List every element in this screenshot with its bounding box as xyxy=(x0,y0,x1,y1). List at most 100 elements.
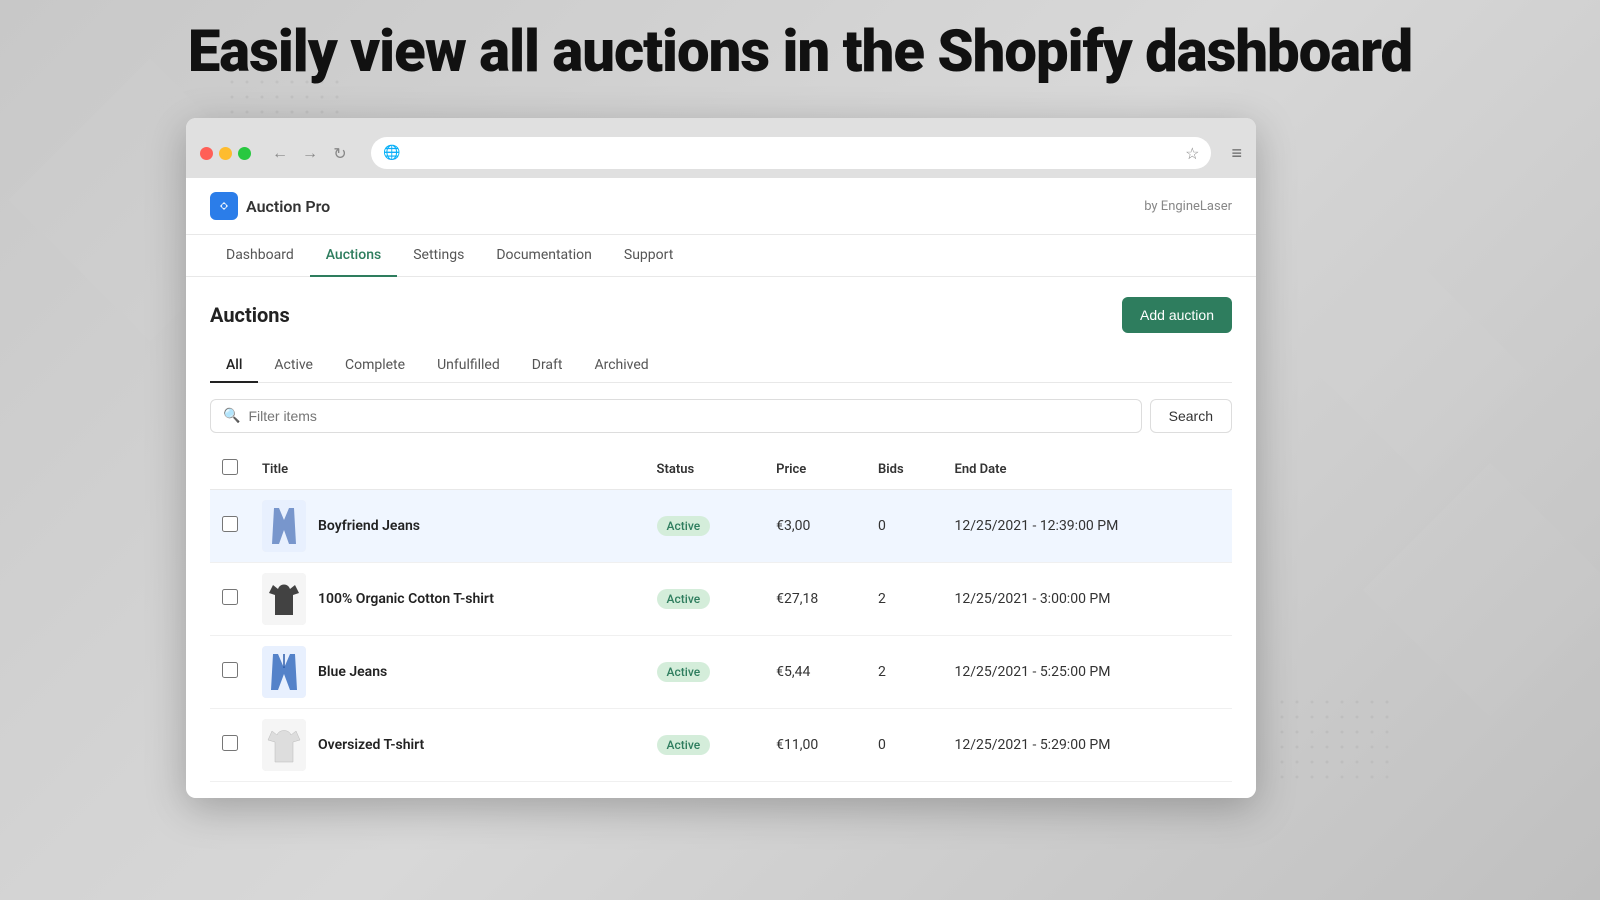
search-bar: 🔍 Search xyxy=(210,399,1232,433)
product-image xyxy=(262,573,306,625)
row-checkbox-cell xyxy=(210,636,250,709)
select-all-checkbox[interactable] xyxy=(222,459,238,475)
title-cell: Blue Jeans xyxy=(262,646,633,698)
auctions-header: Auctions Add auction xyxy=(210,297,1232,333)
search-icon: 🔍 xyxy=(223,408,240,424)
product-image xyxy=(262,719,306,771)
auction-table: Title Status Price Bids End Date xyxy=(210,449,1232,782)
status-badge: Active xyxy=(657,662,711,682)
product-image xyxy=(262,646,306,698)
row-status-cell: Active xyxy=(645,709,765,782)
product-title: Blue Jeans xyxy=(318,664,387,680)
row-checkbox[interactable] xyxy=(222,589,238,605)
row-title-cell: Blue Jeans xyxy=(250,636,645,709)
row-title-cell: Boyfriend Jeans xyxy=(250,490,645,563)
filter-tabs: All Active Complete Unfulfilled Draft Ar… xyxy=(210,349,1232,383)
app-content: Auction Pro by EngineLaser Dashboard Auc… xyxy=(186,178,1256,798)
status-badge: Active xyxy=(657,735,711,755)
header-status: Status xyxy=(645,449,765,490)
row-status-cell: Active xyxy=(645,636,765,709)
browser-menu-button[interactable]: ≡ xyxy=(1231,143,1242,164)
product-image xyxy=(262,500,306,552)
table-row: 100% Organic Cotton T-shirt Active €27,1… xyxy=(210,563,1232,636)
row-checkbox-cell xyxy=(210,490,250,563)
close-button[interactable] xyxy=(200,147,213,160)
header-end-date: End Date xyxy=(943,449,1233,490)
title-cell: 100% Organic Cotton T-shirt xyxy=(262,573,633,625)
row-checkbox-cell xyxy=(210,709,250,782)
tab-unfulfilled[interactable]: Unfulfilled xyxy=(421,349,516,383)
add-auction-button[interactable]: Add auction xyxy=(1122,297,1232,333)
table-row: Blue Jeans Active €5,44 2 12/25/2021 - 5… xyxy=(210,636,1232,709)
bookmark-icon[interactable]: ☆ xyxy=(1185,144,1199,163)
row-title-cell: 100% Organic Cotton T-shirt xyxy=(250,563,645,636)
search-input[interactable] xyxy=(248,408,1128,424)
row-bids-cell: 0 xyxy=(866,709,943,782)
address-bar-container: 🌐 ☆ xyxy=(371,137,1211,169)
browser-window: ← → ↻ 🌐 ☆ ≡ Auction Pro xyxy=(186,118,1256,798)
row-checkbox[interactable] xyxy=(222,735,238,751)
tab-all[interactable]: All xyxy=(210,349,258,383)
header-checkbox-cell xyxy=(210,449,250,490)
row-price-cell: €5,44 xyxy=(764,636,866,709)
row-price-cell: €27,18 xyxy=(764,563,866,636)
row-end-date-cell: 12/25/2021 - 3:00:00 PM xyxy=(943,563,1233,636)
minimize-button[interactable] xyxy=(219,147,232,160)
search-input-container: 🔍 xyxy=(210,399,1142,433)
search-button[interactable]: Search xyxy=(1150,399,1232,433)
row-bids-cell: 0 xyxy=(866,490,943,563)
auctions-title: Auctions xyxy=(210,303,290,327)
address-input[interactable] xyxy=(406,146,1185,161)
row-checkbox-cell xyxy=(210,563,250,636)
back-button[interactable]: ← xyxy=(269,143,291,163)
nav-documentation[interactable]: Documentation xyxy=(480,235,608,277)
header-bids: Bids xyxy=(866,449,943,490)
nav-settings[interactable]: Settings xyxy=(397,235,480,277)
row-status-cell: Active xyxy=(645,563,765,636)
app-logo: Auction Pro xyxy=(210,192,330,220)
traffic-lights xyxy=(200,147,251,160)
product-title: Boyfriend Jeans xyxy=(318,518,420,534)
fullscreen-button[interactable] xyxy=(238,147,251,160)
logo-icon xyxy=(210,192,238,220)
row-price-cell: €11,00 xyxy=(764,709,866,782)
browser-nav: ← → ↻ xyxy=(269,143,351,163)
tab-active[interactable]: Active xyxy=(258,349,329,383)
row-checkbox[interactable] xyxy=(222,662,238,678)
browser-chrome: ← → ↻ 🌐 ☆ ≡ xyxy=(186,118,1256,178)
row-end-date-cell: 12/25/2021 - 5:29:00 PM xyxy=(943,709,1233,782)
header-title: Title xyxy=(250,449,645,490)
globe-icon: 🌐 xyxy=(383,145,400,161)
row-end-date-cell: 12/25/2021 - 12:39:00 PM xyxy=(943,490,1233,563)
product-title: 100% Organic Cotton T-shirt xyxy=(318,591,494,607)
row-status-cell: Active xyxy=(645,490,765,563)
row-bids-cell: 2 xyxy=(866,636,943,709)
main-content: Auctions Add auction All Active Complete… xyxy=(186,277,1256,798)
product-title: Oversized T-shirt xyxy=(318,737,424,753)
row-bids-cell: 2 xyxy=(866,563,943,636)
table-row: Oversized T-shirt Active €11,00 0 12/25/… xyxy=(210,709,1232,782)
title-cell: Oversized T-shirt xyxy=(262,719,633,771)
nav-auctions[interactable]: Auctions xyxy=(310,235,397,277)
forward-button[interactable]: → xyxy=(299,143,321,163)
row-end-date-cell: 12/25/2021 - 5:25:00 PM xyxy=(943,636,1233,709)
status-badge: Active xyxy=(657,589,711,609)
app-byline: by EngineLaser xyxy=(1144,199,1232,214)
page-headline: Easily view all auctions in the Shopify … xyxy=(0,18,1600,86)
tab-complete[interactable]: Complete xyxy=(329,349,421,383)
tab-archived[interactable]: Archived xyxy=(578,349,664,383)
nav-dashboard[interactable]: Dashboard xyxy=(210,235,310,277)
row-price-cell: €3,00 xyxy=(764,490,866,563)
nav-support[interactable]: Support xyxy=(608,235,689,277)
title-cell: Boyfriend Jeans xyxy=(262,500,633,552)
reload-button[interactable]: ↻ xyxy=(329,144,351,163)
app-header: Auction Pro by EngineLaser xyxy=(186,178,1256,235)
app-name: Auction Pro xyxy=(246,197,330,216)
status-badge: Active xyxy=(657,516,711,536)
header-price: Price xyxy=(764,449,866,490)
row-checkbox[interactable] xyxy=(222,516,238,532)
app-nav: Dashboard Auctions Settings Documentatio… xyxy=(186,235,1256,277)
table-row: Boyfriend Jeans Active €3,00 0 12/25/202… xyxy=(210,490,1232,563)
tab-draft[interactable]: Draft xyxy=(516,349,579,383)
row-title-cell: Oversized T-shirt xyxy=(250,709,645,782)
